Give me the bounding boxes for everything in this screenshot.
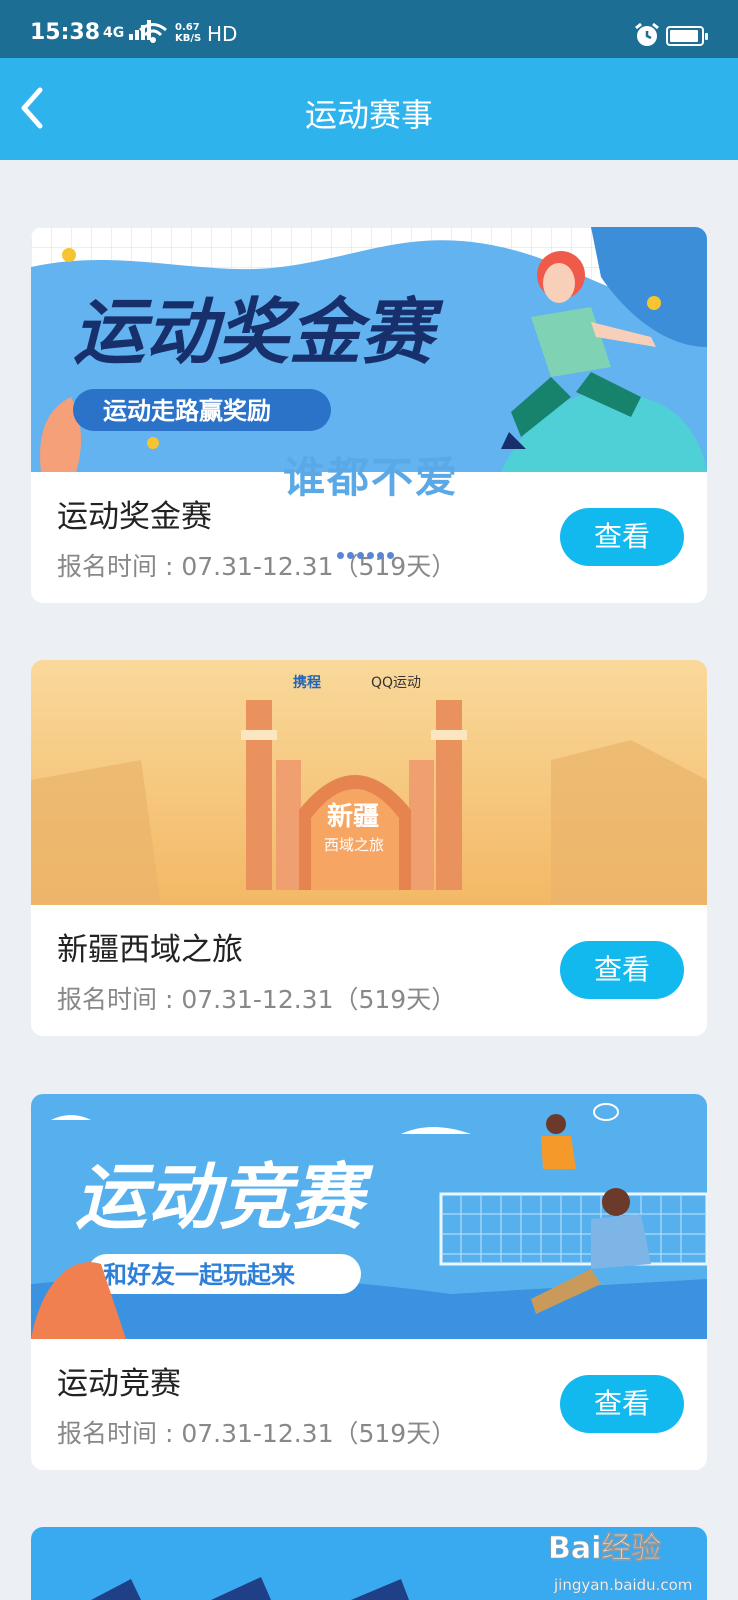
event-banner-competition[interactable]: 运动竞赛 和好友一起玩起来 <box>31 1094 707 1339</box>
banner-subtitle-text: 西域之旅 <box>324 836 384 854</box>
event-card-competition[interactable]: 运动竞赛 和好友一起玩起来 运动竞赛 报名时间 : 07.31-12.31（51… <box>31 1094 707 1470</box>
wifi-icon <box>139 23 167 43</box>
baidu-watermark: Bai经验 jingyan.baidu.com <box>548 1518 738 1600</box>
loading-dot <box>377 552 384 559</box>
watermark-brand: Bai经验 <box>548 1531 661 1566</box>
loading-dot <box>387 552 394 559</box>
ctrip-logo-text: 携程 <box>293 674 321 691</box>
event-title: 运动奖金赛 <box>57 499 212 535</box>
loading-dot <box>357 552 364 559</box>
banner-title-text: 运动竞赛 <box>75 1155 374 1239</box>
status-bar: 15:38 4G 0.67 KB/S HD <box>0 0 738 58</box>
hd-indicator: HD <box>207 22 238 46</box>
view-button[interactable]: 查看 <box>560 1375 684 1433</box>
event-title: 新疆西域之旅 <box>57 932 243 968</box>
view-button[interactable]: 查看 <box>560 941 684 999</box>
competition-banner-art: 运动竞赛 和好友一起玩起来 <box>31 1094 707 1339</box>
speed-unit: KB/S <box>175 33 202 44</box>
speed-value: 0.67 <box>175 22 200 33</box>
loading-dot <box>337 552 344 559</box>
status-time: 15:38 <box>30 20 101 45</box>
loading-dot <box>367 552 374 559</box>
network-type: 4G <box>103 25 125 41</box>
qq-sport-logo-text: QQ运动 <box>371 675 421 691</box>
alarm-icon <box>635 22 659 46</box>
network-speed: 0.67 KB/S <box>175 22 201 44</box>
overlay-text: 谁都不爱 <box>283 453 460 502</box>
banner-subtitle-text: 运动走路赢奖励 <box>103 397 271 425</box>
header-bar: 运动赛事 <box>0 58 738 160</box>
event-card-xinjiang[interactable]: 新疆 西域之旅 携程 QQ运动 新疆西域之旅 报名时间 : 07.31-12.3… <box>31 660 707 1036</box>
watermark-url: jingyan.baidu.com <box>553 1576 692 1594</box>
event-date: 报名时间 : 07.31-12.31（519天） <box>57 552 457 581</box>
bonus-banner-art: 运动奖金赛 运动走路赢奖励 <box>31 227 707 472</box>
battery-icon <box>666 26 708 46</box>
event-banner-bonus[interactable]: 运动奖金赛 运动走路赢奖励 <box>31 227 707 472</box>
event-title: 运动竞赛 <box>57 1366 181 1402</box>
event-date: 报名时间 : 07.31-12.31（519天） <box>57 1419 457 1448</box>
event-banner-xinjiang[interactable]: 新疆 西域之旅 携程 QQ运动 <box>31 660 707 905</box>
xinjiang-banner-art: 新疆 西域之旅 携程 QQ运动 <box>31 660 707 905</box>
banner-title-text: 运动奖金赛 <box>73 290 444 374</box>
banner-subtitle-text: 和好友一起玩起来 <box>103 1261 296 1289</box>
event-date: 报名时间 : 07.31-12.31（519天） <box>57 985 457 1014</box>
page-title: 运动赛事 <box>304 96 433 134</box>
loading-dots <box>337 544 407 559</box>
banner-title-text: 新疆 <box>327 801 379 832</box>
loading-dot <box>347 552 354 559</box>
view-button[interactable]: 查看 <box>560 508 684 566</box>
